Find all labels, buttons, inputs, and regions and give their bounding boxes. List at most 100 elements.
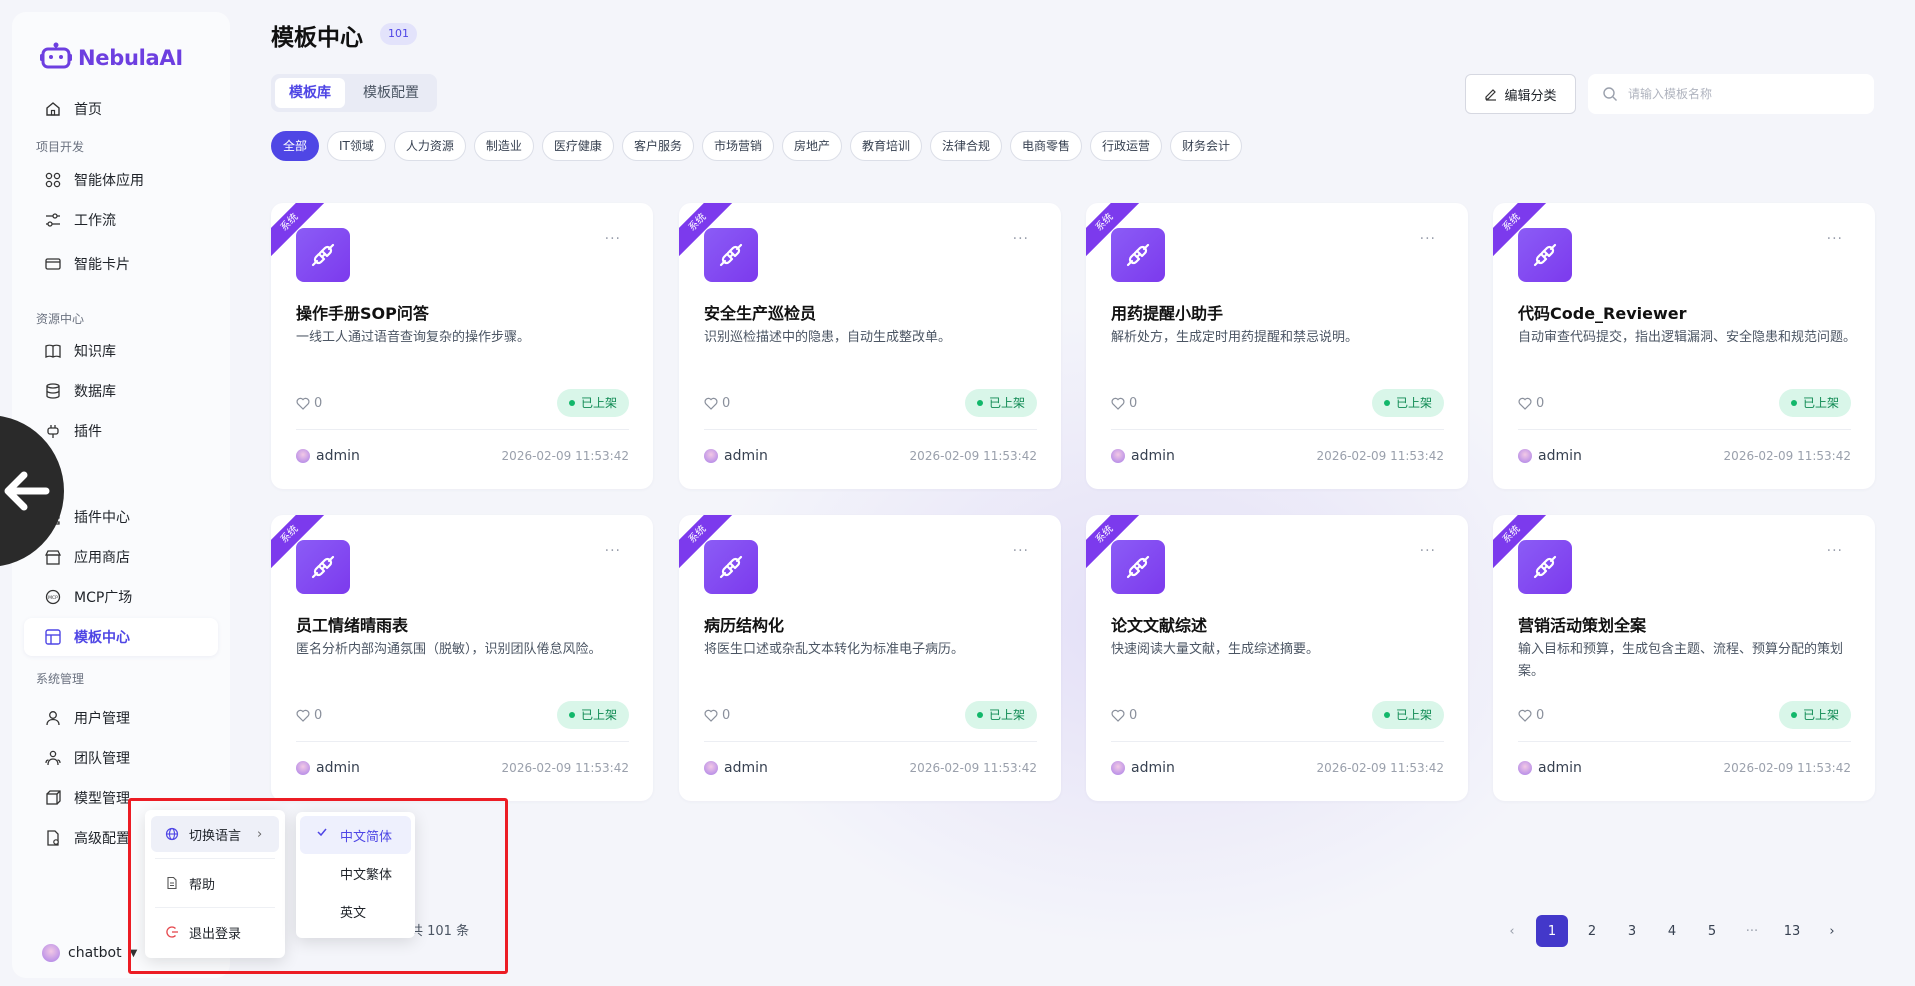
team-icon (45, 750, 61, 766)
more-options-icon[interactable]: ··· (1827, 543, 1843, 559)
logout-item[interactable]: 退出登录 (151, 914, 279, 950)
category-chip[interactable]: 行政运营 (1090, 131, 1163, 161)
like-button[interactable]: 0 (1518, 708, 1544, 723)
category-chip[interactable]: 教育培训 (849, 131, 922, 161)
sidebar-item-plugin[interactable]: 插件 (24, 412, 218, 450)
home-icon (46, 102, 60, 116)
prev-page-button[interactable]: ‹ (1496, 915, 1528, 947)
page-button[interactable]: 13 (1776, 915, 1808, 947)
sidebar-item-agent-app[interactable]: 智能体应用 (24, 161, 218, 199)
language-option-zh-hant[interactable]: 中文繁体 (300, 854, 411, 892)
sidebar-item-home[interactable]: 首页 (24, 90, 218, 128)
card-divider (1111, 429, 1444, 430)
like-button[interactable]: 0 (1111, 708, 1137, 723)
avatar (1111, 761, 1125, 775)
category-chip[interactable]: 制造业 (473, 131, 534, 161)
heart-icon (1518, 397, 1532, 410)
more-options-icon[interactable]: ··· (1420, 543, 1436, 559)
template-card[interactable]: 系统 ··· 用药提醒小助手 解析处方，生成定时用药提醒和禁忌说明。 0 已上架 admin… (1086, 203, 1468, 489)
card-title: 营销活动策划全案 (1518, 616, 1647, 635)
plug-icon (704, 228, 758, 282)
tab-template-config[interactable]: 模板配置 (349, 78, 433, 108)
search-input[interactable] (1628, 87, 1848, 101)
sidebar-item-team-mgmt[interactable]: 团队管理 (24, 739, 218, 777)
category-chip-all[interactable]: 全部 (271, 131, 320, 161)
card-date: 2026-02-09 11:53:42 (501, 449, 629, 463)
tab-template-library[interactable]: 模板库 (275, 78, 345, 108)
help-item[interactable]: 帮助 (151, 865, 279, 901)
card-divider (704, 429, 1037, 430)
card-author: admin (296, 760, 360, 776)
more-options-icon[interactable]: ··· (1013, 543, 1029, 559)
like-button[interactable]: 0 (704, 396, 730, 411)
author-name: admin (1131, 760, 1175, 776)
template-card[interactable]: 系统 ··· 论文文献综述 快速阅读大量文献，生成综述摘要。 0 已上架 admin 2026… (1086, 515, 1468, 801)
more-options-icon[interactable]: ··· (1013, 231, 1029, 247)
card-date: 2026-02-09 11:53:42 (909, 449, 1037, 463)
card-date: 2026-02-09 11:53:42 (909, 761, 1037, 775)
status-label: 已上架 (988, 708, 1025, 722)
page-button[interactable]: 3 (1616, 915, 1648, 947)
template-card[interactable]: 系统 ··· 操作手册SOP问答 一线工人通过语音查询复杂的操作步骤。 0 已上架 admi… (271, 203, 653, 489)
plug-icon (1111, 540, 1165, 594)
pagination: ‹ 1 2 3 4 5 ··· 13 › (1496, 915, 1848, 947)
card-title: 员工情绪晴雨表 (296, 616, 409, 635)
more-options-icon[interactable]: ··· (605, 231, 621, 247)
edit-category-button[interactable]: 编辑分类 (1465, 74, 1576, 114)
section-label-resource: 资源中心 (36, 312, 85, 326)
category-chip[interactable]: 财务会计 (1170, 131, 1243, 161)
sidebar-item-database[interactable]: 数据库 (24, 372, 218, 410)
switch-language-item[interactable]: 切换语言 › (151, 816, 279, 852)
page-ellipsis[interactable]: ··· (1736, 915, 1768, 947)
category-chip[interactable]: 法律合规 (930, 131, 1003, 161)
card-description: 解析处方，生成定时用药提醒和禁忌说明。 (1111, 330, 1359, 345)
cube-icon (46, 790, 61, 805)
sidebar-item-smart-card[interactable]: 智能卡片 (24, 245, 218, 283)
like-button[interactable]: 0 (1111, 396, 1137, 411)
heart-icon (1518, 709, 1532, 722)
sidebar-item-label: 高级配置 (74, 831, 130, 847)
template-card[interactable]: 系统 ··· 营销活动策划全案 输入目标和预算，生成包含主题、流程、预算分配的策划案。… (1493, 515, 1875, 801)
language-option-en[interactable]: 英文 (300, 892, 411, 930)
card-date: 2026-02-09 11:53:42 (1316, 449, 1444, 463)
next-page-button[interactable]: › (1816, 915, 1848, 947)
like-button[interactable]: 0 (704, 708, 730, 723)
category-chip[interactable]: 客户服务 (621, 131, 694, 161)
more-options-icon[interactable]: ··· (605, 543, 621, 559)
language-option-zh-hans[interactable]: 中文简体 (300, 816, 411, 854)
like-button[interactable]: 0 (296, 396, 322, 411)
page-button[interactable]: 2 (1576, 915, 1608, 947)
like-button[interactable]: 0 (1518, 396, 1544, 411)
more-options-icon[interactable]: ··· (1827, 231, 1843, 247)
template-card[interactable]: 系统 ··· 病历结构化 将医生口述或杂乱文本转化为标准电子病历。 0 已上架 admin 2… (679, 515, 1061, 801)
sidebar-item-workflow[interactable]: 工作流 (24, 201, 218, 239)
category-chip[interactable]: 医疗健康 (541, 131, 614, 161)
card-description: 识别巡检描述中的隐患，自动生成整改单。 (704, 330, 952, 345)
more-options-icon[interactable]: ··· (1420, 231, 1436, 247)
search-icon (1603, 87, 1617, 101)
category-chip[interactable]: 市场营销 (701, 131, 774, 161)
page-button[interactable]: 4 (1656, 915, 1688, 947)
template-card[interactable]: 系统 ··· 员工情绪晴雨表 匿名分析内部沟通氛围（脱敏），识别团队倦怠风险。 0 已上架… (271, 515, 653, 801)
brand-logo[interactable]: NebulaAI (40, 42, 183, 74)
status-dot (1383, 712, 1390, 718)
sidebar-item-template-center[interactable]: 模板中心 (24, 618, 218, 656)
category-chip[interactable]: 房地产 (781, 131, 842, 161)
template-card[interactable]: 系统 ··· 代码Code_Reviewer 自动审查代码提交，指出逻辑漏洞、安全隐患… (1493, 203, 1875, 489)
sidebar-item-user-mgmt[interactable]: 用户管理 (24, 699, 218, 737)
card-title: 代码Code_Reviewer (1518, 304, 1687, 323)
category-chip[interactable]: 人力资源 (393, 131, 466, 161)
avatar (42, 944, 60, 962)
arrow-left-icon (4, 471, 50, 511)
sidebar-item-knowledge[interactable]: 知识库 (24, 332, 218, 370)
category-chip[interactable]: IT领域 (327, 131, 386, 161)
sidebar-item-app-store[interactable]: 应用商店 (24, 538, 218, 576)
user-menu-trigger[interactable]: chatbot ▼ (42, 944, 137, 962)
like-button[interactable]: 0 (296, 708, 322, 723)
robot-logo-icon (40, 42, 72, 74)
category-chip[interactable]: 电商零售 (1010, 131, 1083, 161)
page-button[interactable]: 5 (1696, 915, 1728, 947)
template-card[interactable]: 系统 ··· 安全生产巡检员 识别巡检描述中的隐患，自动生成整改单。 0 已上架 admin… (679, 203, 1061, 489)
page-button[interactable]: 1 (1536, 915, 1568, 947)
sidebar-item-mcp[interactable]: MCP MCP广场 (24, 578, 218, 616)
